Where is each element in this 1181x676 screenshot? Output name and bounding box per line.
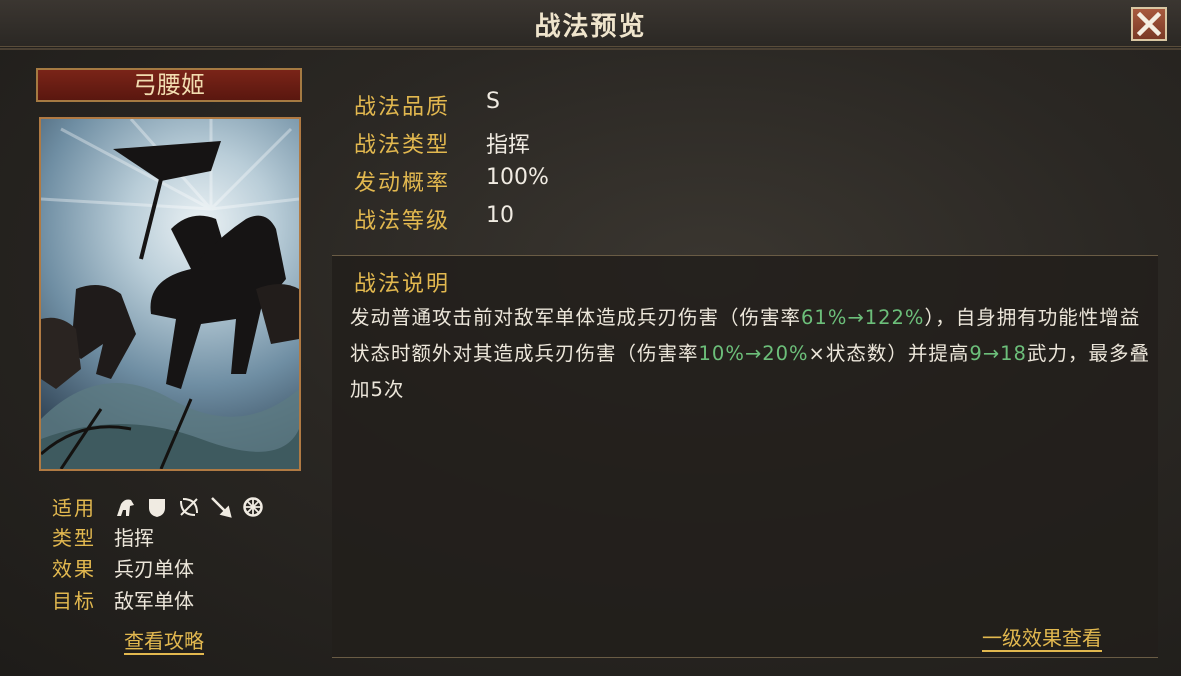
close-icon — [1136, 11, 1162, 37]
target-row: 目标 敌军单体 — [52, 585, 194, 614]
effect-label: 效果 — [52, 557, 96, 581]
type-row: 类型 指挥 — [52, 522, 154, 551]
bow-icon — [180, 497, 198, 516]
siege-icon — [243, 496, 263, 517]
tactic-level-value: 10 — [486, 203, 514, 228]
type-value: 指挥 — [114, 526, 154, 550]
target-label: 目标 — [52, 589, 96, 613]
type-label: 类型 — [52, 526, 96, 550]
force-gain-highlight: 9→18 — [969, 342, 1027, 365]
hero-name: 弓腰姬 — [133, 71, 205, 99]
trigger-rate-value: 100% — [486, 165, 549, 190]
tactic-type-row: 战法类型 指挥 — [354, 127, 530, 159]
trigger-rate-row: 发动概率 100% — [354, 165, 549, 197]
spear-icon — [211, 496, 232, 518]
effect-value: 兵刃单体 — [114, 557, 194, 581]
level1-effect-link[interactable]: 一级效果查看 — [982, 622, 1102, 651]
desc-segment: 发动普通攻击前对敌军单体造成兵刃伤害（伤害率 — [350, 306, 802, 329]
close-button[interactable] — [1131, 7, 1167, 41]
tactic-type-value: 指挥 — [486, 133, 531, 158]
unit-type-icons — [114, 496, 264, 518]
cavalry-icon — [117, 499, 134, 516]
view-guide-link[interactable]: 查看攻略 — [124, 625, 204, 654]
desc-segment: ×状态数）并提高 — [808, 342, 970, 365]
shield-icon — [149, 498, 165, 517]
quality-value: S — [486, 89, 500, 114]
cavalry-silhouette-art — [41, 119, 299, 469]
title-bar: 战法预览 — [0, 0, 1181, 50]
applicable-label: 适用 — [52, 496, 96, 520]
tactic-illustration — [39, 117, 301, 471]
quality-label: 战法品质 — [354, 95, 451, 120]
description-title: 战法说明 — [354, 272, 451, 297]
quality-row: 战法品质 S — [354, 89, 500, 121]
tactic-level-row: 战法等级 10 — [354, 203, 514, 235]
target-value: 敌军单体 — [114, 589, 194, 613]
applicable-units-row: 适用 — [52, 492, 264, 521]
description-text: 发动普通攻击前对敌军单体造成兵刃伤害（伤害率61%→122%），自身拥有功能性增… — [350, 300, 1150, 408]
damage-rate-highlight: 61%→122% — [801, 306, 925, 329]
bonus-rate-highlight: 10%→20% — [698, 342, 809, 365]
trigger-rate-label: 发动概率 — [354, 171, 451, 196]
effect-row: 效果 兵刃单体 — [52, 553, 194, 582]
description-panel: 战法说明 发动普通攻击前对敌军单体造成兵刃伤害（伤害率61%→122%），自身拥… — [332, 255, 1158, 658]
window-title: 战法预览 — [534, 12, 647, 42]
tactic-level-label: 战法等级 — [354, 209, 451, 234]
tactic-type-label: 战法类型 — [354, 133, 451, 158]
hero-name-plate: 弓腰姬 — [36, 68, 302, 102]
title-bar-divider — [0, 48, 1181, 50]
